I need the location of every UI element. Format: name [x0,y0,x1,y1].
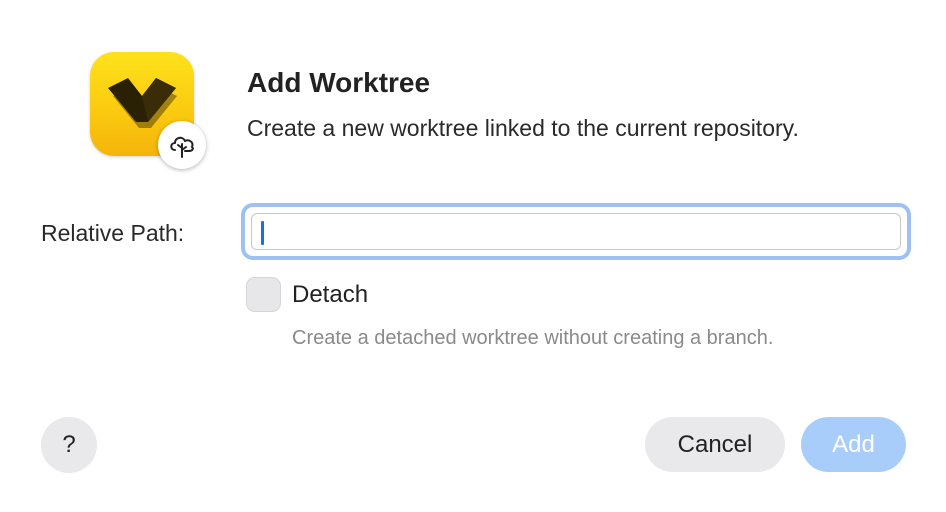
dialog-subtitle: Create a new worktree linked to the curr… [247,115,799,141]
relative-path-focus-ring [241,203,911,260]
cloud-tree-icon [158,121,206,169]
dialog-title: Add Worktree [247,67,431,98]
cancel-button[interactable]: Cancel [645,417,785,472]
add-button[interactable]: Add [801,417,906,472]
relative-path-label: Relative Path: [41,220,185,246]
add-worktree-dialog: Add Worktree Create a new worktree linke… [0,0,946,512]
relative-path-input[interactable] [251,213,901,250]
detach-checkbox-label[interactable]: Detach [292,281,368,309]
text-caret [261,221,264,245]
detach-checkbox[interactable] [246,277,281,312]
help-button[interactable]: ? [41,417,97,473]
detach-hint: Create a detached worktree without creat… [292,327,774,349]
